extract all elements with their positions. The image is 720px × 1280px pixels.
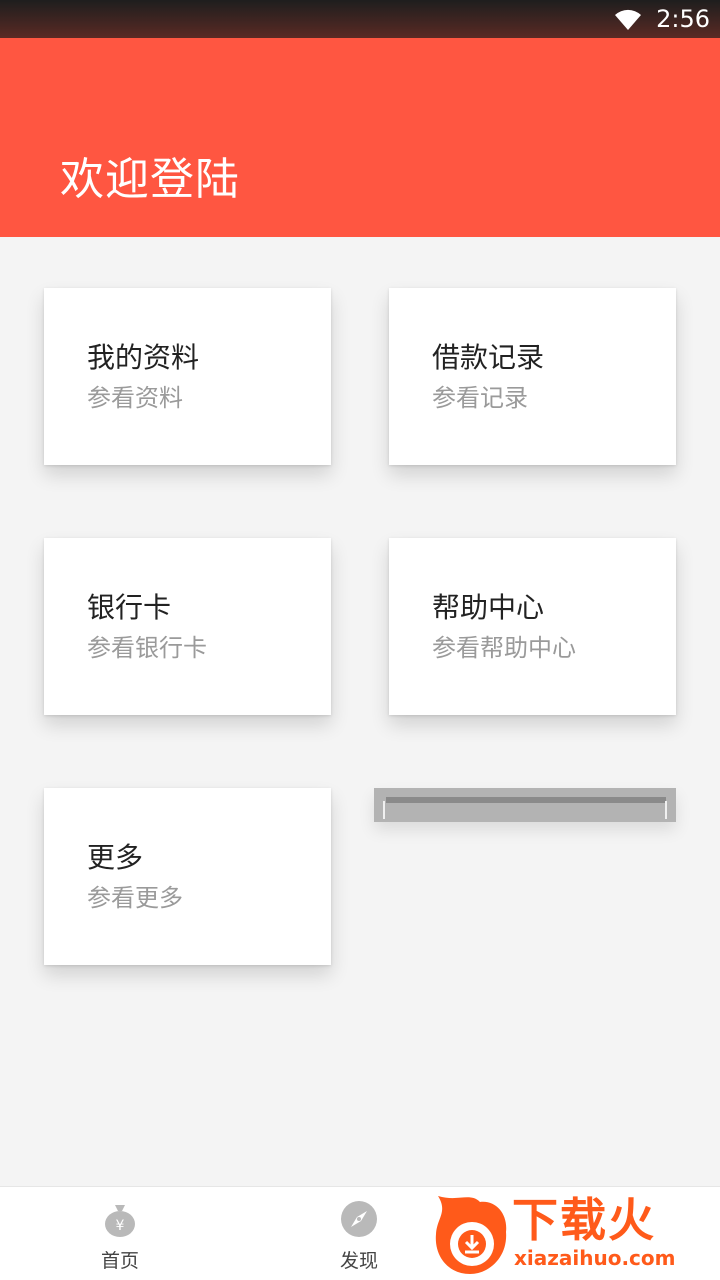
wifi-icon [615, 9, 641, 30]
card-bank-card[interactable]: 银行卡 参看银行卡 [44, 538, 331, 715]
watermark: 下载火 xiazaihuo.com [426, 1186, 720, 1280]
money-bag-icon: ¥ [105, 1205, 135, 1237]
nav-item-home[interactable]: ¥ 首页 [60, 1187, 180, 1280]
nav-label: 首页 [100, 1250, 139, 1272]
placeholder-card [374, 788, 676, 822]
app-screen: 2:56 欢迎登陆 我的资料 参看资料 借款记录 参看记录 银行卡 参看银行卡 … [0, 0, 720, 1280]
card-subtitle: 参看银行卡 [87, 634, 207, 662]
nav-label: 发现 [339, 1250, 378, 1272]
status-time: 2:56 [656, 5, 710, 33]
card-title: 借款记录 [432, 341, 545, 374]
watermark-brand: 下载火 [512, 1193, 656, 1247]
card-subtitle: 参看资料 [87, 384, 183, 412]
card-subtitle: 参看更多 [87, 884, 183, 912]
card-title: 我的资料 [87, 341, 200, 374]
placeholder-edge [665, 801, 667, 819]
nav-item-discover[interactable]: 发现 [299, 1187, 419, 1280]
card-title: 银行卡 [87, 591, 172, 624]
header: 欢迎登陆 [0, 38, 720, 237]
status-bar: 2:56 [0, 0, 720, 38]
placeholder-bar [386, 797, 666, 803]
compass-icon [341, 1201, 377, 1237]
flame-logo-icon [435, 1196, 507, 1274]
card-subtitle: 参看记录 [432, 384, 528, 412]
card-my-profile[interactable]: 我的资料 参看资料 [44, 288, 331, 465]
page-title: 欢迎登陆 [60, 154, 240, 205]
card-loan-records[interactable]: 借款记录 参看记录 [389, 288, 676, 465]
svg-text:¥: ¥ [116, 1218, 125, 1234]
card-title: 帮助中心 [432, 591, 545, 624]
card-more[interactable]: 更多 参看更多 [44, 788, 331, 965]
placeholder-edge [383, 801, 385, 819]
watermark-url: xiazaihuo.com [514, 1246, 676, 1270]
card-help-center[interactable]: 帮助中心 参看帮助中心 [389, 538, 676, 715]
card-subtitle: 参看帮助中心 [432, 634, 576, 662]
card-title: 更多 [87, 841, 144, 874]
